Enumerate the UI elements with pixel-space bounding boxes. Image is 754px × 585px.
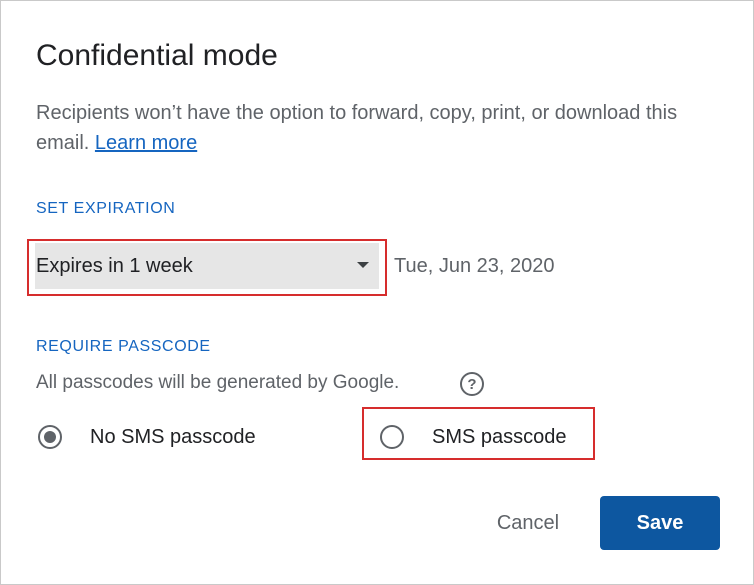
svg-text:?: ? xyxy=(467,376,476,393)
require-passcode-label: REQUIRE PASSCODE xyxy=(36,338,211,355)
help-circle-icon[interactable]: ? xyxy=(459,371,485,397)
learn-more-link[interactable]: Learn more xyxy=(95,132,197,154)
save-button[interactable]: Save xyxy=(600,496,720,550)
dropdown-arrow-icon xyxy=(357,262,369,268)
dialog-title: Confidential mode xyxy=(36,39,278,72)
cancel-button[interactable]: Cancel xyxy=(475,498,581,548)
expiration-date: Tue, Jun 23, 2020 xyxy=(394,255,555,277)
expiration-select[interactable]: Expires in 1 week xyxy=(35,243,379,289)
passcode-note: All passcodes will be generated by Googl… xyxy=(36,372,400,393)
radio-label-no-sms-passcode[interactable]: No SMS passcode xyxy=(90,426,256,448)
set-expiration-label: SET EXPIRATION xyxy=(36,200,176,217)
radio-sms-passcode[interactable] xyxy=(379,424,405,450)
expiration-select-value: Expires in 1 week xyxy=(36,255,193,277)
confidential-mode-dialog: Confidential mode Recipients won’t have … xyxy=(0,0,754,585)
radio-label-sms-passcode[interactable]: SMS passcode xyxy=(432,426,567,448)
dialog-description: Recipients won’t have the option to forw… xyxy=(36,98,726,158)
radio-no-sms-passcode[interactable] xyxy=(37,424,63,450)
